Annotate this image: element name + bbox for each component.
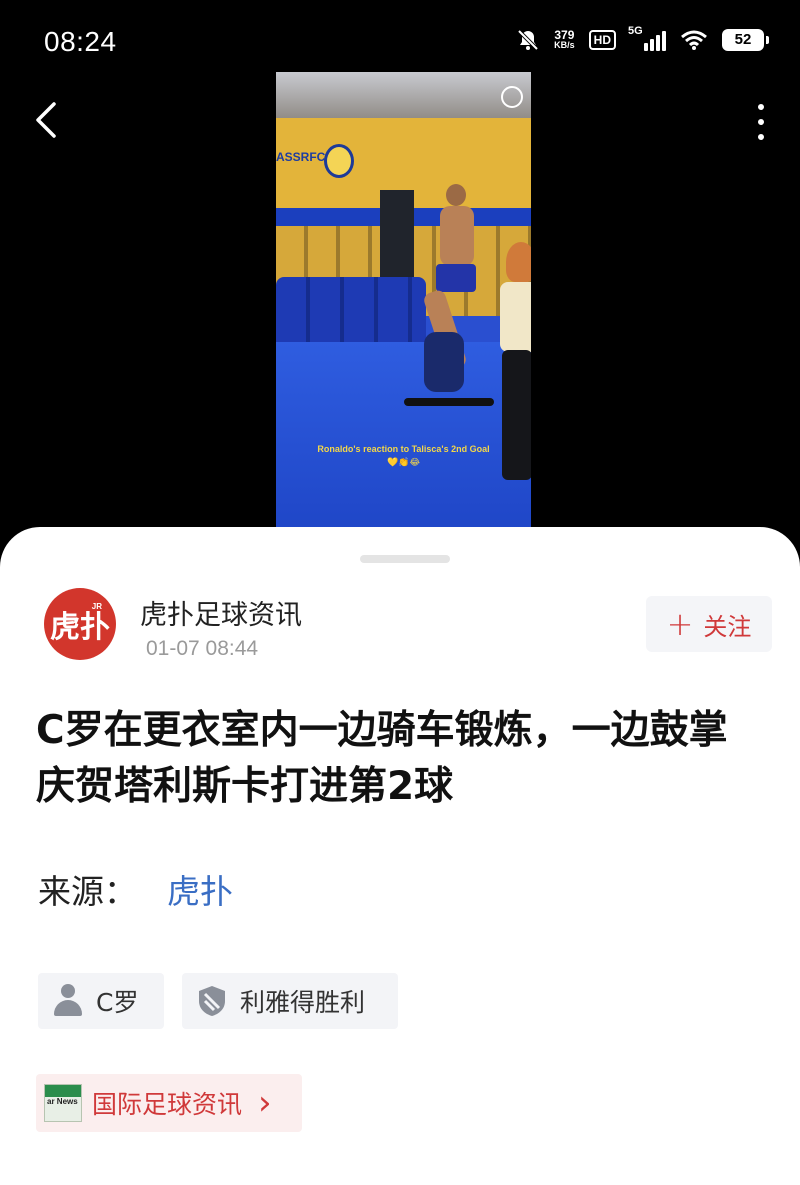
video-bystander [486, 242, 531, 512]
follow-label: 关注 [703, 612, 752, 641]
article-title: C罗在更衣室内一边骑车锻炼，一边鼓掌庆贺塔利斯卡打进第2球 [36, 708, 728, 809]
plus-icon: + [666, 605, 694, 643]
shield-icon [199, 986, 225, 1016]
drag-handle[interactable] [360, 555, 450, 563]
person-icon [52, 984, 84, 1018]
chevron-right-icon: › [258, 1083, 272, 1123]
avatar-badge: JR [91, 602, 102, 611]
source-label: 来源： [38, 872, 137, 911]
more-vertical-icon [758, 104, 764, 110]
author-name[interactable]: 虎扑足球资讯 [140, 593, 302, 632]
more-button[interactable] [746, 100, 776, 144]
topic-thumbnail: ar News [44, 1084, 82, 1122]
network-speed: 379 KB/s [554, 28, 575, 50]
tag-al-nassr[interactable]: 利雅得胜利 [182, 973, 398, 1029]
video-caption-emojis: 💛👏😂 [387, 458, 420, 468]
status-time: 08:24 [44, 26, 117, 57]
video-caption: Ronaldo's reaction to Talisca's 2nd Goal [317, 444, 490, 454]
tag-label: 利雅得胜利 [240, 988, 366, 1017]
post-time: 01-07 08:44 [146, 637, 259, 660]
topic-label: 国际足球资讯 [92, 1090, 243, 1119]
follow-button[interactable]: + 关注 [646, 596, 772, 652]
net-speed-unit: KB/s [554, 40, 575, 50]
topic-thumb-text: ar News [47, 1097, 78, 1106]
video-player[interactable]: ASSRFC Ronaldo's reaction to Talisca's 2… [276, 72, 531, 527]
video-ceiling [276, 72, 531, 120]
signal-5g-icon: 5G [628, 25, 666, 51]
tag-label: C罗 [96, 988, 139, 1017]
hd-icon: HD [588, 30, 616, 50]
club-logo [324, 144, 354, 178]
watermark-icon [501, 86, 523, 108]
topic-link[interactable]: ar News 国际足球资讯 › [36, 1074, 302, 1132]
video-door [380, 190, 414, 282]
article-sheet: 虎扑 JR 虎扑足球资讯 01-07 08:44 + 关注 C罗在更衣室内一边骑… [0, 527, 800, 1185]
network-label: 5G [628, 25, 643, 37]
mute-bell-icon [517, 29, 539, 51]
status-icons: 379 KB/s HD 5G 52 [516, 25, 769, 52]
battery-icon: 52 [722, 29, 769, 51]
tag-c-ronaldo[interactable]: C罗 [38, 973, 164, 1029]
author-avatar[interactable]: 虎扑 JR [44, 588, 116, 660]
net-speed-value: 379 [554, 28, 575, 42]
exercise-bike [404, 322, 494, 412]
article-source: 来源： 虎扑 [38, 865, 233, 913]
chevron-left-icon [36, 102, 56, 138]
video-wall-text: ASSRFC [276, 150, 326, 164]
wifi-icon [681, 30, 707, 50]
back-button[interactable] [30, 100, 70, 140]
source-link[interactable]: 虎扑 [167, 865, 233, 913]
